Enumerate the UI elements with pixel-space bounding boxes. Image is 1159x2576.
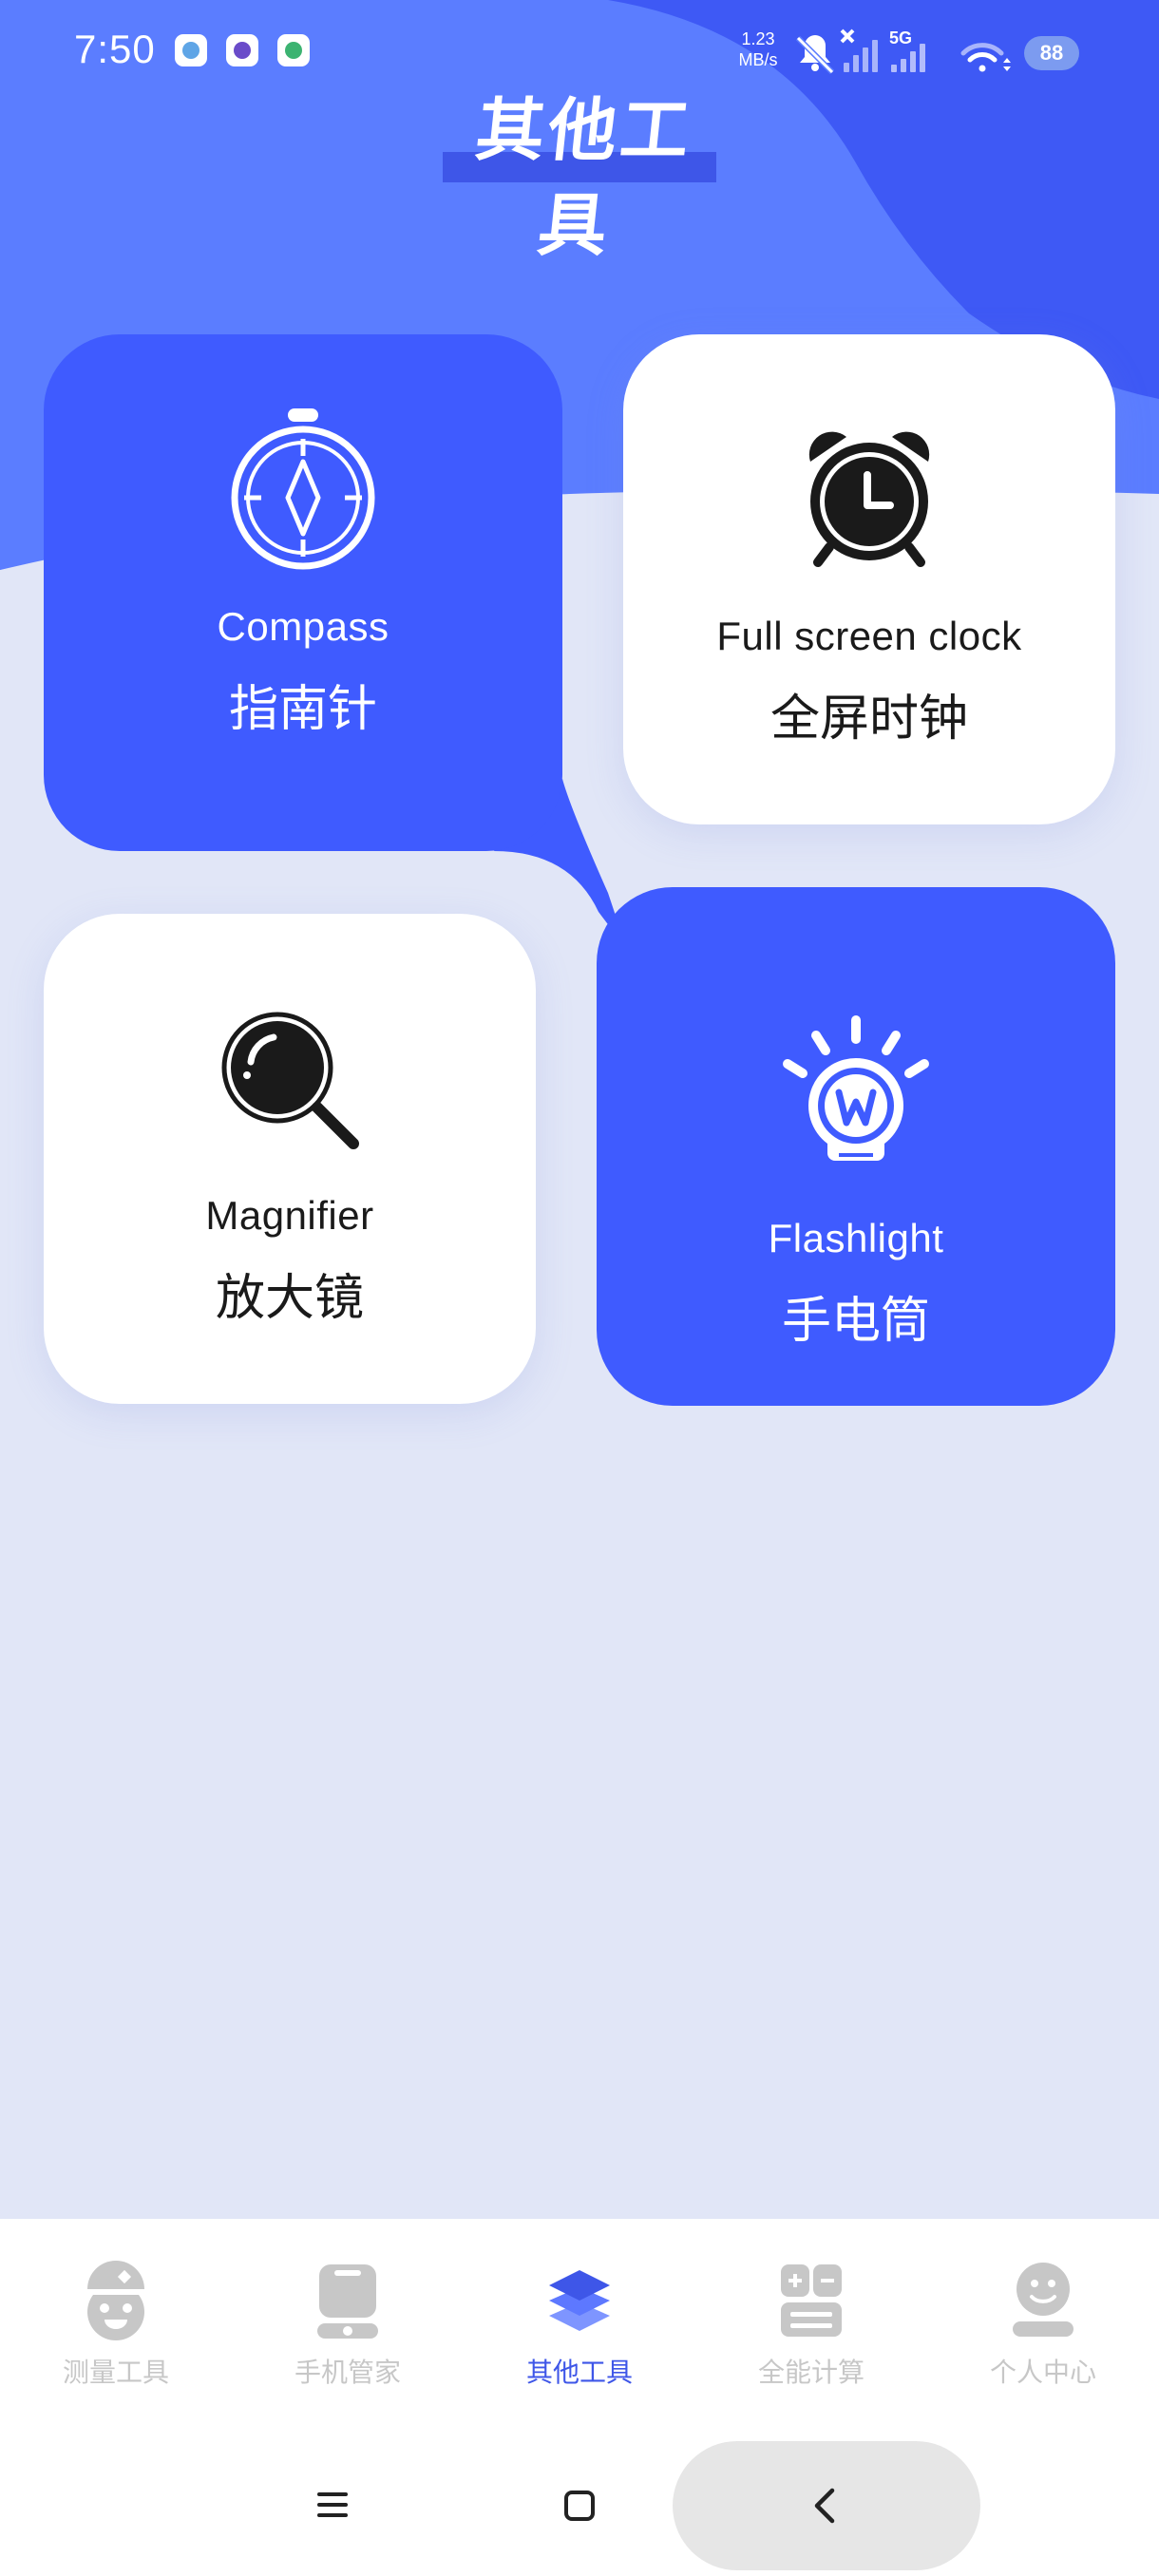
no-signal-icon (840, 28, 855, 44)
compass-icon (231, 408, 375, 570)
nav-item-measure-tools[interactable]: 测量工具 (0, 2261, 232, 2413)
signal-icon (844, 40, 878, 72)
nav-item-calculator[interactable]: 全能计算 (695, 2261, 927, 2413)
phone-manager-icon (317, 2264, 378, 2339)
network-speed: 1.23 MB/s (738, 29, 778, 69)
flashlight-label-zh: 手电筒 (781, 1293, 930, 1350)
magnifier-icon (221, 1012, 359, 1149)
flashlight-card[interactable]: Flashlight 手电筒 (597, 887, 1115, 1406)
nav-item-profile[interactable]: 个人中心 (927, 2261, 1159, 2413)
app-notification-icon (226, 34, 258, 66)
wifi-icon (960, 43, 1004, 72)
back-button[interactable] (673, 2441, 980, 2570)
home-icon[interactable] (564, 2491, 595, 2521)
layers-icon (549, 2270, 610, 2331)
flashlight-label-en: Flashlight (768, 1216, 944, 1260)
magnifier-label-en: Magnifier (205, 1193, 374, 1238)
battery-indicator: 88 (1024, 36, 1079, 70)
status-time: 7:50 (74, 27, 156, 71)
lightbulb-icon (783, 1015, 929, 1161)
clock-label-zh: 全屏时钟 (770, 691, 968, 748)
clock-label-en: Full screen clock (716, 614, 1022, 658)
page-title: 其他工具 (443, 84, 716, 274)
compass-card[interactable]: Compass 指南针 (44, 334, 562, 851)
app-notification-icon (277, 34, 310, 66)
system-navigation-bar (0, 2399, 1159, 2576)
menu-icon[interactable] (317, 2491, 348, 2519)
nav-item-other-tools[interactable]: 其他工具 (464, 2261, 695, 2413)
calculator-icon (781, 2264, 842, 2337)
compass-label-zh: 指南针 (228, 681, 377, 738)
full-screen-clock-card[interactable]: Full screen clock 全屏时钟 (623, 334, 1115, 824)
muted-bell-icon (795, 35, 835, 75)
back-icon (814, 2488, 835, 2524)
alarm-clock-icon (808, 431, 930, 567)
measure-tools-icon (86, 2261, 146, 2340)
app-notification-icon (175, 34, 207, 66)
magnifier-label-zh: 放大镜 (215, 1270, 364, 1327)
magnifier-card[interactable]: Magnifier 放大镜 (44, 914, 536, 1404)
svg-text:5G: 5G (889, 28, 912, 47)
profile-icon (1013, 2263, 1074, 2337)
nav-item-phone-manager[interactable]: 手机管家 (232, 2261, 464, 2413)
compass-label-en: Compass (217, 604, 390, 649)
signal-5g-icon (891, 44, 925, 72)
